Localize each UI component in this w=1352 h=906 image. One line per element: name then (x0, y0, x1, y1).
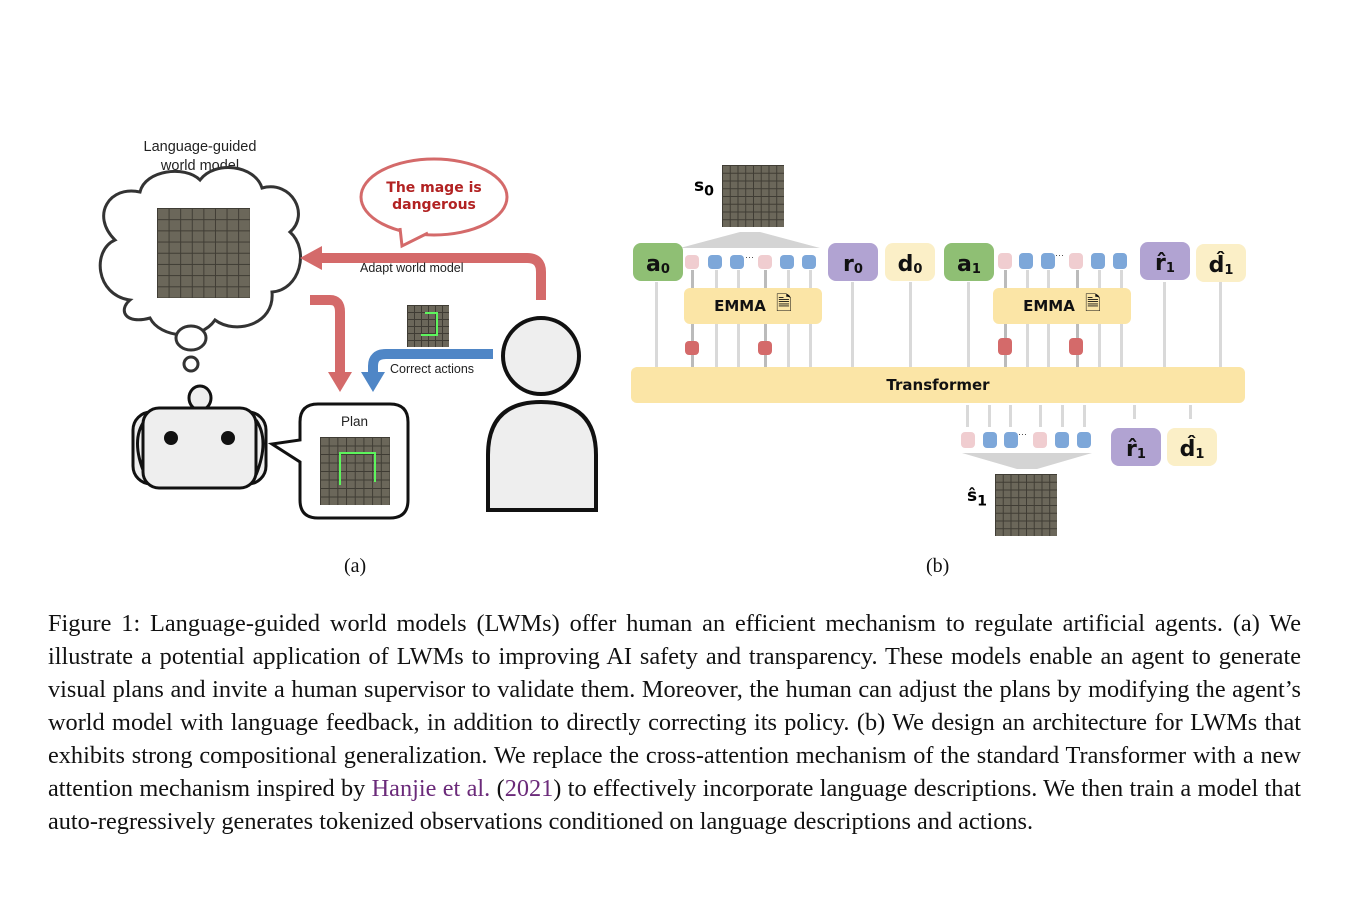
token-ellipsis: ··· (1055, 250, 1064, 260)
token-red (685, 341, 699, 355)
flow-line (988, 405, 991, 427)
token-d0: d0 (885, 243, 935, 281)
token-pink (685, 255, 699, 269)
plan-image (320, 437, 390, 505)
correction-image (407, 305, 449, 347)
robot-antenna (187, 384, 213, 412)
output-token-blue (1055, 432, 1069, 448)
output-token-blue (983, 432, 997, 448)
flow-line (909, 282, 912, 367)
robot-eye-left (164, 431, 178, 445)
s0-label: s0 (694, 176, 714, 199)
emma-label: EMMA (714, 297, 766, 315)
s1-hat-label: ŝ1 (967, 486, 987, 509)
token-blue (780, 255, 794, 269)
token-pink (998, 253, 1012, 269)
token-red (998, 338, 1012, 355)
human-body (486, 399, 598, 512)
output-token-pink (1033, 432, 1047, 448)
token-blue (730, 255, 744, 269)
token-a1: a1 (944, 243, 994, 281)
flow-line (967, 282, 970, 367)
token-blue (802, 255, 816, 269)
token-pink (1069, 253, 1083, 269)
plan-path (339, 452, 376, 485)
citation-author-link[interactable]: Hanjie et al. (372, 775, 491, 802)
robot-eye-right (221, 431, 235, 445)
emma-block-0: EMMA 🗎 (684, 288, 822, 324)
flow-line (966, 405, 969, 427)
output-token-pink (961, 432, 975, 448)
s1-merge (962, 453, 1092, 469)
token-ellipsis: ··· (1018, 429, 1027, 439)
flow-line (1083, 405, 1086, 427)
s1-hat-image (995, 474, 1057, 536)
document-icon: 🗎 (775, 291, 792, 315)
flow-line (1189, 405, 1192, 419)
token-pink (758, 255, 772, 269)
token-a0: a0 (633, 243, 683, 281)
flow-line (1061, 405, 1064, 427)
thought-bubble-large (174, 324, 208, 352)
s0-spread (680, 232, 820, 248)
flow-line (1039, 405, 1042, 427)
s0-image (722, 165, 784, 227)
s0-subscript: 0 (704, 183, 714, 200)
s1-subscript: 1 (977, 493, 987, 510)
adapt-label: Adapt world model (360, 261, 464, 275)
s1-hat-symbol: ŝ (967, 486, 978, 506)
flow-line (1009, 405, 1012, 427)
subfigure-label-a: (a) (344, 555, 367, 577)
token-r0: r0 (828, 243, 878, 281)
emma-block-1: EMMA 🗎 (993, 288, 1131, 324)
flow-line (1133, 405, 1136, 419)
flow-line (655, 282, 658, 367)
output-token-blue (1004, 432, 1018, 448)
caption-paren: ( (490, 775, 505, 802)
subfigure-label-b: (b) (926, 555, 950, 577)
world-model-image (157, 208, 250, 298)
correction-path (421, 312, 438, 336)
caption-text: Figure 1: Language-guided world models (… (48, 610, 1301, 802)
plan-label: Plan (341, 414, 369, 429)
citation-year-link[interactable]: 2021 (505, 775, 554, 802)
document-icon: 🗎 (1084, 291, 1101, 315)
token-ellipsis: ··· (745, 252, 754, 262)
token-red (1069, 338, 1083, 355)
human-head (501, 316, 581, 396)
flow-line (851, 282, 854, 367)
plan-arrow (310, 295, 345, 375)
token-blue (1041, 253, 1055, 269)
token-r1-hat: r̂ 1 (1140, 242, 1190, 280)
transformer-label: Transformer (886, 376, 990, 394)
token-red (758, 341, 772, 355)
token-d1-hat: d̂ 1 (1196, 244, 1246, 282)
token-blue (708, 255, 722, 269)
output-d1-hat: d̂ 1 (1167, 428, 1217, 466)
s0-symbol: s (694, 176, 705, 196)
figure-caption: Figure 1: Language-guided world models (… (48, 607, 1301, 838)
token-blue (1091, 253, 1105, 269)
output-token-blue (1077, 432, 1091, 448)
transformer-block: Transformer (631, 367, 1245, 403)
flow-line (1163, 282, 1166, 367)
flow-line (1219, 282, 1222, 367)
correct-label: Correct actions (390, 362, 475, 376)
emma-label: EMMA (1023, 297, 1075, 315)
speech-text: The mage is dangerous (386, 180, 482, 213)
thought-bubble-small (182, 355, 200, 373)
token-blue (1113, 253, 1127, 269)
output-r1-hat: r̂ 1 (1111, 428, 1161, 466)
token-blue (1019, 253, 1033, 269)
